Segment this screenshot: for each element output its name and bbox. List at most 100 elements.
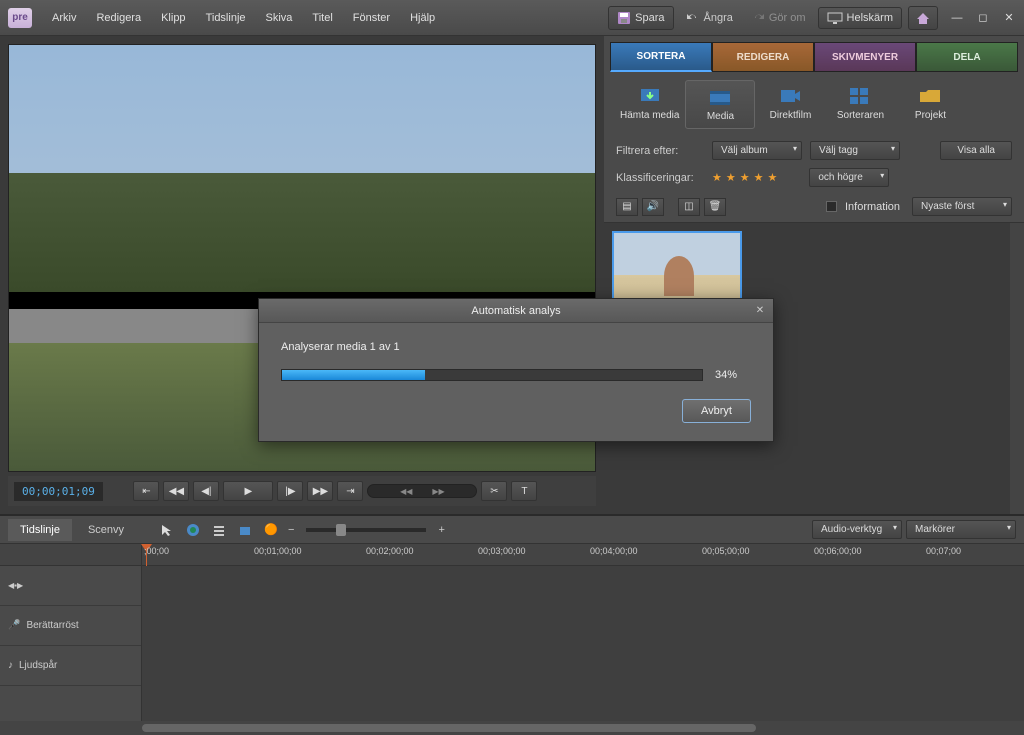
media-icon: [708, 87, 732, 107]
transport-bar: 00;00;01;09 ⇤ ◀◀ ◀| ▶ |▶ ▶▶ ⇥ ◀◀▶▶ ✂ T: [8, 476, 596, 506]
motion-tracking-tool[interactable]: 🟠: [260, 520, 282, 540]
view-options-row: ▤ 🔊 ◫ 🗑 Information Nyaste först: [604, 191, 1024, 223]
view-list-button[interactable]: ▤: [616, 198, 638, 216]
view-audio-button[interactable]: 🔊: [642, 198, 664, 216]
menu-skiva[interactable]: Skiva: [258, 8, 301, 28]
progress-percent: 34%: [715, 369, 751, 381]
track-head-video[interactable]: ◀▪▶: [0, 566, 141, 606]
menu-redigera[interactable]: Redigera: [88, 8, 149, 28]
view-delete-button[interactable]: 🗑: [704, 198, 726, 216]
timeline-scroll-thumb[interactable]: [142, 724, 756, 732]
shuttle-slider[interactable]: ◀◀▶▶: [367, 484, 477, 498]
project-icon: [918, 86, 942, 106]
minimize-button[interactable]: —: [950, 11, 964, 25]
dialog-close-button[interactable]: ✕: [753, 303, 767, 317]
tag-dropdown[interactable]: Välj tagg: [810, 141, 900, 160]
module-media[interactable]: Media: [685, 80, 755, 129]
undo-label: Ångra: [704, 12, 733, 24]
ruler-spacer: [0, 544, 142, 565]
properties-tool[interactable]: [208, 520, 230, 540]
auto-analyze-dialog: Automatisk analys ✕ Analyserar media 1 a…: [258, 298, 774, 442]
module-direktfilm[interactable]: Direktfilm: [755, 80, 825, 129]
download-media-icon: [638, 86, 662, 106]
tab-sortera[interactable]: SORTERA: [610, 42, 712, 72]
tab-dela[interactable]: DELA: [916, 42, 1018, 72]
module-direktfilm-label: Direktfilm: [770, 110, 812, 121]
menu-hjalp[interactable]: Hjälp: [402, 8, 443, 28]
home-button[interactable]: [908, 6, 938, 30]
time-ruler[interactable]: ;00;00 00;01;00;00 00;02;00;00 00;03;00;…: [142, 544, 1024, 565]
fast-forward-button[interactable]: ▶▶: [307, 481, 333, 501]
menu-klipp[interactable]: Klipp: [153, 8, 193, 28]
module-sorteraren[interactable]: Sorteraren: [825, 80, 895, 129]
redo-button[interactable]: Gör om: [745, 8, 812, 28]
preview-panel: 00;00;01;09 ⇤ ◀◀ ◀| ▶ |▶ ▶▶ ⇥ ◀◀▶▶ ✂ T: [0, 36, 604, 514]
play-button[interactable]: ▶: [223, 481, 273, 501]
step-back-button[interactable]: ◀|: [193, 481, 219, 501]
cancel-button[interactable]: Avbryt: [682, 399, 751, 423]
track-audio-label: Ljudspår: [19, 660, 57, 671]
organize-panel: SORTERA REDIGERA SKIVMENYER DELA Hämta m…: [604, 36, 1024, 514]
progress-fill: [282, 370, 425, 380]
workspace-tabs: SORTERA REDIGERA SKIVMENYER DELA: [610, 42, 1018, 72]
toggle-arrows-icon[interactable]: ◀▪▶: [8, 581, 23, 590]
dialog-buttons: Avbryt: [281, 399, 751, 423]
info-checkbox[interactable]: [826, 201, 837, 212]
close-button[interactable]: ✕: [1002, 11, 1016, 25]
redo-icon: [751, 12, 765, 24]
timecode-display[interactable]: 00;00;01;09: [14, 482, 103, 501]
tab-timeline[interactable]: Tidslinje: [8, 519, 72, 541]
timeline-scrollbar[interactable]: [0, 721, 1024, 735]
info-label: Information: [845, 201, 900, 213]
save-label: Spara: [635, 12, 664, 24]
show-all-button[interactable]: Visa alla: [940, 141, 1012, 160]
split-clip-button[interactable]: ✂: [481, 481, 507, 501]
undo-button[interactable]: Ångra: [680, 8, 739, 28]
module-media-label: Media: [707, 111, 734, 122]
goto-in-button[interactable]: ⇤: [133, 481, 159, 501]
tab-redigera[interactable]: REDIGERA: [712, 42, 814, 72]
step-forward-button[interactable]: |▶: [277, 481, 303, 501]
top-right-controls: Spara Ångra Gör om Helskärm — ◻ ✕: [608, 6, 1016, 30]
ruler-tick: 00;02;00;00: [366, 546, 414, 556]
menu-titel[interactable]: Titel: [304, 8, 340, 28]
dialog-titlebar[interactable]: Automatisk analys ✕: [259, 299, 773, 323]
timeline-header: Tidslinje Scenvy 🟠 − + Audio-verktyg Mar…: [0, 516, 1024, 544]
track-lanes[interactable]: [142, 566, 1024, 721]
view-still-button[interactable]: ◫: [678, 198, 700, 216]
track-narration-label: Berättarröst: [26, 620, 78, 631]
menu-arkiv[interactable]: Arkiv: [44, 8, 84, 28]
tab-skivmenyer[interactable]: SKIVMENYER: [814, 42, 916, 72]
module-hamta-label: Hämta media: [620, 110, 679, 121]
rating-stars[interactable]: ★★★★★: [712, 171, 781, 184]
smart-tool[interactable]: [182, 520, 204, 540]
menu-tidslinje[interactable]: Tidslinje: [198, 8, 254, 28]
ruler-tick: 00;07;00: [926, 546, 961, 556]
zoom-slider[interactable]: [306, 528, 426, 532]
module-projekt[interactable]: Projekt: [895, 80, 965, 129]
rating-mode-dropdown[interactable]: och högre: [809, 168, 889, 187]
audio-tools-dropdown[interactable]: Audio-verktyg: [812, 520, 902, 539]
tab-sceneview[interactable]: Scenvy: [76, 519, 136, 541]
main-area: 00;00;01;09 ⇤ ◀◀ ◀| ▶ |▶ ▶▶ ⇥ ◀◀▶▶ ✂ T S…: [0, 36, 1024, 514]
smart-trim-tool[interactable]: [234, 520, 256, 540]
module-buttons: Hämta media Media Direktfilm Sorteraren …: [604, 72, 1024, 137]
fullscreen-button[interactable]: Helskärm: [818, 7, 902, 29]
save-button[interactable]: Spara: [608, 6, 673, 30]
track-head-audio[interactable]: ♪ Ljudspår: [0, 646, 141, 686]
add-text-button[interactable]: T: [511, 481, 537, 501]
sort-dropdown[interactable]: Nyaste först: [912, 197, 1012, 216]
redo-label: Gör om: [769, 12, 806, 24]
maximize-button[interactable]: ◻: [976, 11, 990, 25]
goto-out-button[interactable]: ⇥: [337, 481, 363, 501]
instantmovie-icon: [778, 86, 802, 106]
menu-list: Arkiv Redigera Klipp Tidslinje Skiva Tit…: [44, 8, 443, 28]
menu-fonster[interactable]: Fönster: [345, 8, 398, 28]
selection-tool[interactable]: [156, 520, 178, 540]
album-dropdown[interactable]: Välj album: [712, 141, 802, 160]
module-hamta-media[interactable]: Hämta media: [614, 80, 685, 129]
markers-dropdown[interactable]: Markörer: [906, 520, 1016, 539]
rewind-button[interactable]: ◀◀: [163, 481, 189, 501]
media-scrollbar[interactable]: [1010, 223, 1024, 514]
track-head-narration[interactable]: 🎤 Berättarröst: [0, 606, 141, 646]
